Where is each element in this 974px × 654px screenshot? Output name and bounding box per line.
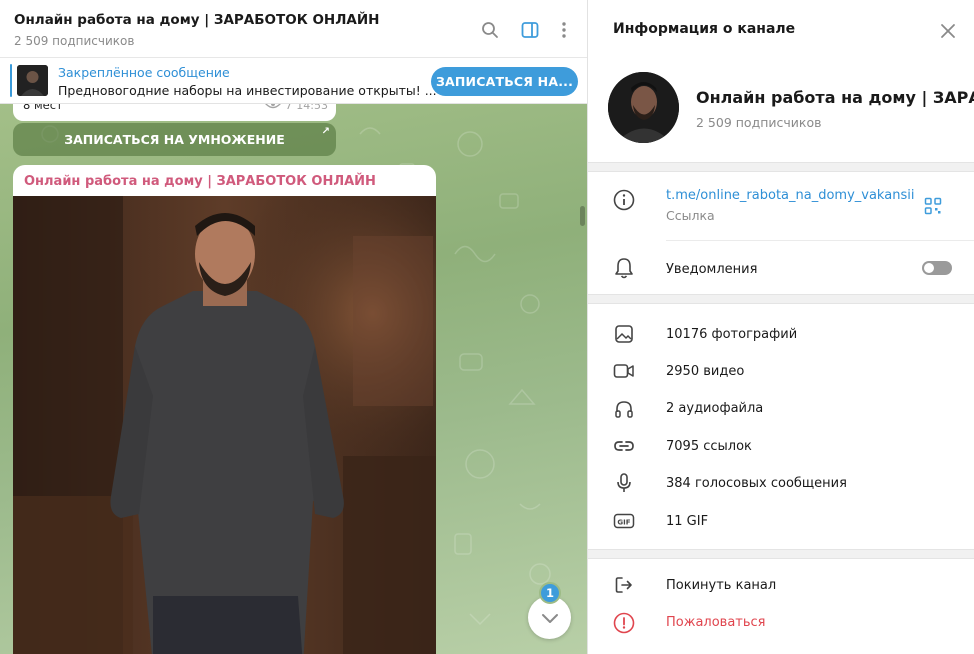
sidebar-toggle-icon[interactable] (519, 19, 541, 41)
search-icon[interactable] (479, 19, 501, 41)
channel-name: Онлайн работа на дому | ЗАРАБОТОК ОНЛАЙН (696, 88, 974, 107)
divider (666, 240, 974, 241)
toggle-knob (924, 263, 934, 273)
media-videos[interactable]: 2950 видео (666, 364, 744, 379)
media-gifs[interactable]: 11 GIF (666, 514, 708, 529)
divider (588, 294, 974, 304)
chat-subscribers: 2 509 подписчиков (14, 34, 135, 48)
chat-pane: Онлайн работа на дому | ЗАРАБОТОК ОНЛАЙН… (0, 0, 587, 654)
more-vert-icon[interactable] (553, 19, 575, 41)
post-author[interactable]: Онлайн работа на дому | ЗАРАБОТОК ОНЛАЙН (24, 174, 376, 189)
bell-icon (613, 257, 635, 279)
chevron-down-icon (541, 613, 558, 623)
view-count: 7 (285, 104, 293, 112)
message-time: 14:53 (296, 104, 328, 112)
leave-icon (613, 574, 635, 596)
chat-scrollbar[interactable] (580, 206, 585, 226)
eye-icon (265, 104, 282, 112)
info-panel-title: Информация о канале (613, 21, 796, 37)
channel-avatar[interactable] (608, 72, 679, 143)
previous-message-meta: 7 14:53 (265, 104, 328, 112)
channel-info-panel: Информация о канале Онлайн работа на дом… (587, 0, 974, 654)
media-audio[interactable]: 2 аудиофайла (666, 401, 763, 416)
leave-channel-button[interactable]: Покинуть канал (666, 578, 776, 593)
report-icon (613, 612, 635, 634)
media-voice[interactable]: 384 голосовых сообщения (666, 476, 847, 491)
video-icon (613, 360, 635, 382)
link-icon (613, 435, 635, 457)
gif-icon: GIF (613, 510, 635, 532)
channel-post: Онлайн работа на дому | ЗАРАБОТОК ОНЛАЙН (13, 165, 436, 654)
pinned-text: Предновогодние наборы на инвестирование … (58, 83, 437, 98)
previous-message: 8 мест 7 14:53 (13, 104, 336, 121)
photo-icon (613, 323, 635, 345)
svg-text:GIF: GIF (617, 518, 630, 526)
pinned-message[interactable]: Закреплённое сообщение Предновогодние на… (0, 58, 587, 104)
media-photos[interactable]: 10176 фотографий (666, 327, 797, 342)
divider (588, 162, 974, 172)
chat-header[interactable]: Онлайн работа на дому | ЗАРАБОТОК ОНЛАЙН… (0, 0, 587, 58)
notifications-label: Уведомления (666, 262, 758, 277)
headphones-icon (613, 398, 635, 420)
notifications-toggle[interactable] (922, 261, 952, 275)
media-links[interactable]: 7095 ссылок (666, 439, 752, 454)
channel-link-label: Ссылка (666, 208, 715, 223)
pinned-action-button[interactable]: ЗАПИСАТЬСЯ НА... (431, 67, 578, 96)
external-link-icon: ↗ (321, 126, 330, 137)
chat-background: 8 мест 7 14:53 ЗАПИСАТЬСЯ НА УМНОЖЕНИЕ ↗… (0, 104, 587, 654)
pinned-thumbnail (17, 65, 48, 96)
channel-link[interactable]: t.me/online_rabota_na_domy_vakansii (666, 188, 914, 203)
unread-badge: 1 (539, 582, 561, 604)
pinned-indicator (10, 64, 12, 97)
report-button[interactable]: Пожаловаться (666, 615, 766, 630)
pinned-label: Закреплённое сообщение (58, 65, 230, 80)
microphone-icon (613, 472, 635, 494)
inline-button-label: ЗАПИСАТЬСЯ НА УМНОЖЕНИЕ (64, 132, 285, 147)
divider (588, 549, 974, 559)
qr-code-icon[interactable] (922, 195, 944, 217)
chat-title[interactable]: Онлайн работа на дому | ЗАРАБОТОК ОНЛАЙН (14, 12, 379, 28)
post-photo[interactable] (13, 196, 436, 654)
channel-subscribers: 2 509 подписчиков (696, 115, 822, 130)
info-icon (613, 189, 635, 211)
close-icon[interactable] (939, 22, 957, 40)
inline-signup-button[interactable]: ЗАПИСАТЬСЯ НА УМНОЖЕНИЕ ↗ (13, 123, 336, 156)
previous-message-text: 8 мест (23, 104, 63, 112)
